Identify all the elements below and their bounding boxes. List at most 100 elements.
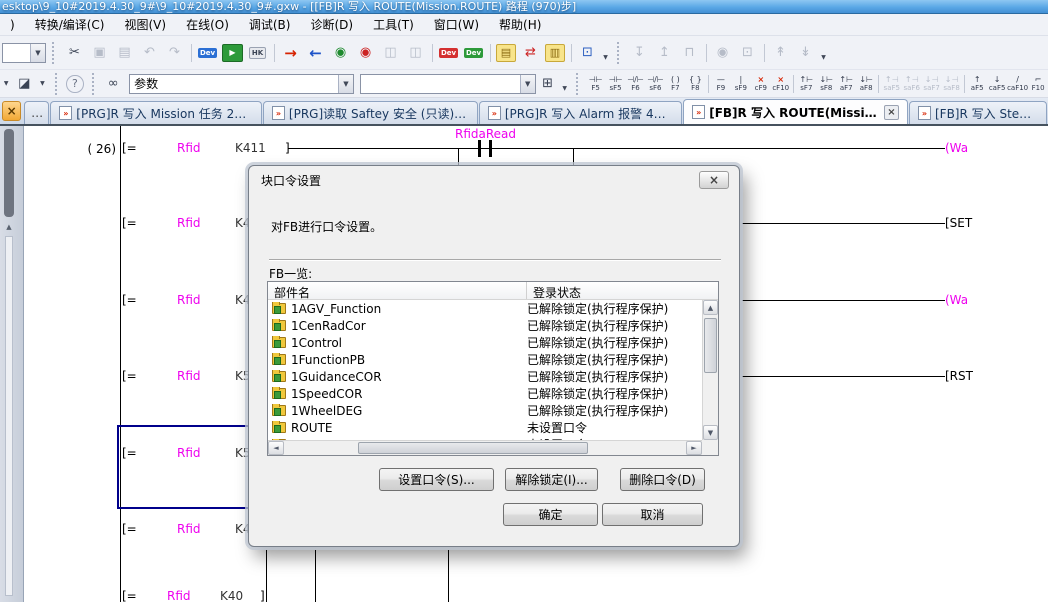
page-find-icon[interactable]: ⊞ bbox=[537, 73, 559, 95]
fb-list-hscrollbar[interactable]: ◄ ► bbox=[268, 440, 702, 455]
tab-close-icon[interactable]: × bbox=[884, 105, 899, 120]
ladder-vline-button[interactable]: | sF9 bbox=[731, 72, 751, 96]
skip-execution-icon[interactable]: ↟ bbox=[769, 42, 792, 64]
monitor-pause-icon[interactable]: ◫ bbox=[379, 42, 402, 64]
partial-execution-icon[interactable]: ↥ bbox=[653, 42, 676, 64]
ladder-closed-branch-button[interactable]: ⊣/⊢ sF6 bbox=[645, 72, 665, 96]
menu-diagnostics[interactable]: 诊断(D) bbox=[300, 13, 363, 36]
skip-range-icon[interactable]: ↡ bbox=[794, 42, 817, 64]
scrollbar-thumb[interactable] bbox=[704, 318, 717, 373]
read-from-plc-icon[interactable]: ← bbox=[304, 42, 327, 64]
step-execution-icon[interactable]: ↧ bbox=[628, 42, 651, 64]
debug-screen-icon[interactable]: ⊡ bbox=[736, 42, 759, 64]
ladder-coil-button[interactable]: ( ) F7 bbox=[665, 72, 685, 96]
ladder-falling-result-button[interactable]: ↓ caF5 bbox=[987, 72, 1007, 96]
chevron-down-icon[interactable]: ▼ bbox=[520, 75, 535, 93]
fb-list-row[interactable]: 1Control 已解除锁定(执行程序保护) bbox=[268, 334, 702, 351]
fb-list-row[interactable]: ROUTE 未设置口令 bbox=[268, 419, 702, 436]
fb-list-row[interactable]: 1GuidanceCOR 已解除锁定(执行程序保护) bbox=[268, 368, 702, 385]
tab-prg-alarm[interactable]: » [PRG]R 写入 Alarm 报警 478步 bbox=[479, 101, 682, 124]
pane-close-button[interactable]: × bbox=[2, 101, 21, 121]
statement-transfer-icon[interactable]: ⇄ bbox=[519, 42, 542, 64]
scroll-up-icon[interactable]: ▲ bbox=[703, 300, 718, 315]
toolbar-grip[interactable] bbox=[55, 73, 61, 95]
ladder-application-instruction-button[interactable]: { } F8 bbox=[685, 72, 705, 96]
device-test-red-icon[interactable]: Dev bbox=[437, 42, 460, 64]
ok-button[interactable]: 确定 bbox=[503, 503, 598, 526]
ladder-editor-canvas[interactable]: ▲ ( 26) RfidaRead (Wa [SET (Wa [RST [=Rf… bbox=[0, 124, 1048, 602]
toolbar-grip[interactable] bbox=[52, 42, 58, 64]
help-icon[interactable]: ? bbox=[66, 75, 83, 93]
dialog-titlebar[interactable]: 块口令设置 × bbox=[249, 166, 739, 192]
comment-edit-icon[interactable]: ▤ bbox=[496, 44, 516, 62]
scrollbar-track[interactable] bbox=[5, 236, 13, 596]
toolbar-grip[interactable] bbox=[576, 73, 582, 95]
fb-list-row[interactable]: 1WheelDEG 已解除锁定(执行程序保护) bbox=[268, 402, 702, 419]
fb-list-vscrollbar[interactable]: ▲ ▼ bbox=[702, 300, 718, 440]
paste-icon[interactable]: ▤ bbox=[113, 42, 136, 64]
cut-icon[interactable]: ✂ bbox=[63, 42, 86, 64]
scrollbar-thumb[interactable] bbox=[4, 129, 14, 217]
ladder-delete-hline-button[interactable]: × cF9 bbox=[751, 72, 771, 96]
scroll-right-icon[interactable]: ► bbox=[686, 441, 702, 455]
debug-find-icon[interactable]: ◉ bbox=[711, 42, 734, 64]
toolbar-grip[interactable] bbox=[92, 73, 98, 95]
fb-list-row[interactable]: 1CenRadCor 已解除锁定(执行程序保护) bbox=[268, 317, 702, 334]
ladder-open-branch-button[interactable]: ⊣⊢ sF5 bbox=[606, 72, 626, 96]
copy-icon[interactable]: ▣ bbox=[88, 42, 111, 64]
open-contact-symbol[interactable] bbox=[489, 140, 492, 157]
menu-item-partial[interactable]: ) bbox=[0, 15, 25, 35]
ladder-falling-pulse-button[interactable]: ↓⊢ sF8 bbox=[816, 72, 836, 96]
chevron-down-icon[interactable]: ▼ bbox=[0, 74, 12, 94]
dialog-close-button[interactable]: × bbox=[699, 171, 729, 189]
open-contact-symbol[interactable] bbox=[478, 140, 481, 157]
monitor-stop-icon[interactable]: ◉ bbox=[354, 42, 377, 64]
menu-window[interactable]: 窗口(W) bbox=[424, 13, 489, 36]
monitor-resume-icon[interactable]: ◫ bbox=[404, 42, 427, 64]
menu-convert-compile[interactable]: 转换/编译(C) bbox=[25, 13, 115, 36]
device-test-green-icon[interactable]: Dev bbox=[462, 42, 485, 64]
ladder-pulse-ne-button[interactable]: ↑⊣ saF5 bbox=[882, 72, 902, 96]
undo-icon[interactable]: ↶ bbox=[138, 42, 161, 64]
toolbar-overflow-button[interactable]: ▼ bbox=[818, 43, 829, 63]
device-monitor-icon[interactable]: ▶ bbox=[222, 44, 243, 62]
tab-overflow-stub[interactable]: » ... bbox=[24, 101, 49, 124]
tab-fb-route[interactable]: » [FB]R 写入 ROUTE(Missio... × bbox=[683, 99, 908, 124]
set-password-button[interactable]: 设置口令(S)... bbox=[379, 468, 494, 491]
ladder-closed-contact-button[interactable]: ⊣/⊢ F6 bbox=[626, 72, 646, 96]
ladder-pulse-ne-branch-button[interactable]: ↑⊣ saF6 bbox=[902, 72, 922, 96]
cancel-button[interactable]: 取消 bbox=[602, 503, 703, 526]
chevron-down-icon[interactable]: ▼ bbox=[338, 75, 353, 93]
coil-output-label[interactable]: (Wa bbox=[945, 293, 968, 307]
scroll-up-icon[interactable]: ▲ bbox=[4, 223, 14, 231]
tab-prg-mission[interactable]: » [PRG]R 写入 Mission 任务 296... bbox=[50, 101, 262, 124]
remote-operation-icon[interactable]: ⊡ bbox=[576, 42, 599, 64]
rst-instruction-label[interactable]: [RST bbox=[945, 369, 973, 383]
ladder-rising-branch-button[interactable]: ↑⊢ aF7 bbox=[836, 72, 856, 96]
ladder-compare-cell[interactable]: [=RfidK411] bbox=[122, 141, 302, 157]
tab-fb-step1-6[interactable]: » [FB]R 写入 Step1_6(M bbox=[909, 101, 1047, 124]
set-instruction-label[interactable]: [SET bbox=[945, 216, 972, 230]
scrollbar-thumb[interactable] bbox=[358, 442, 588, 454]
delete-password-button[interactable]: 删除口令(D) bbox=[620, 468, 705, 491]
find-target-combo[interactable]: 参数 ▼ bbox=[129, 74, 354, 94]
ladder-falling-branch-button[interactable]: ↓⊢ aF8 bbox=[856, 72, 876, 96]
ladder-compare-cell[interactable]: [=RfidK40] bbox=[122, 589, 302, 602]
device-batch-icon[interactable]: HK bbox=[246, 42, 269, 64]
device-comment-icon[interactable]: Dev bbox=[196, 42, 219, 64]
left-dock-scrollbar[interactable]: ▲ bbox=[0, 126, 24, 602]
ladder-pulse-nf-branch-button[interactable]: ↓⊣ saF8 bbox=[942, 72, 962, 96]
device-find-icon[interactable]: ◪ bbox=[13, 73, 35, 95]
pulse-execution-icon[interactable]: ⊓ bbox=[678, 42, 701, 64]
scroll-left-icon[interactable]: ◄ bbox=[268, 441, 284, 455]
ladder-invert-result-button[interactable]: / caF10 bbox=[1007, 72, 1028, 96]
column-header-name[interactable]: 部件名 bbox=[268, 282, 527, 299]
toolbar-overflow-button[interactable]: ▼ bbox=[600, 43, 611, 63]
unlock-button[interactable]: 解除锁定(I)... bbox=[505, 468, 598, 491]
write-to-plc-icon[interactable]: → bbox=[279, 42, 302, 64]
toolbar-overflow-button[interactable]: ▼ bbox=[559, 74, 569, 94]
coil-output-label[interactable]: (Wa bbox=[945, 141, 968, 155]
fb-list-row[interactable]: 1SpeedCOR 已解除锁定(执行程序保护) bbox=[268, 385, 702, 402]
find-binoculars-icon[interactable]: ∞ bbox=[102, 73, 124, 95]
column-header-status[interactable]: 登录状态 bbox=[527, 282, 718, 299]
